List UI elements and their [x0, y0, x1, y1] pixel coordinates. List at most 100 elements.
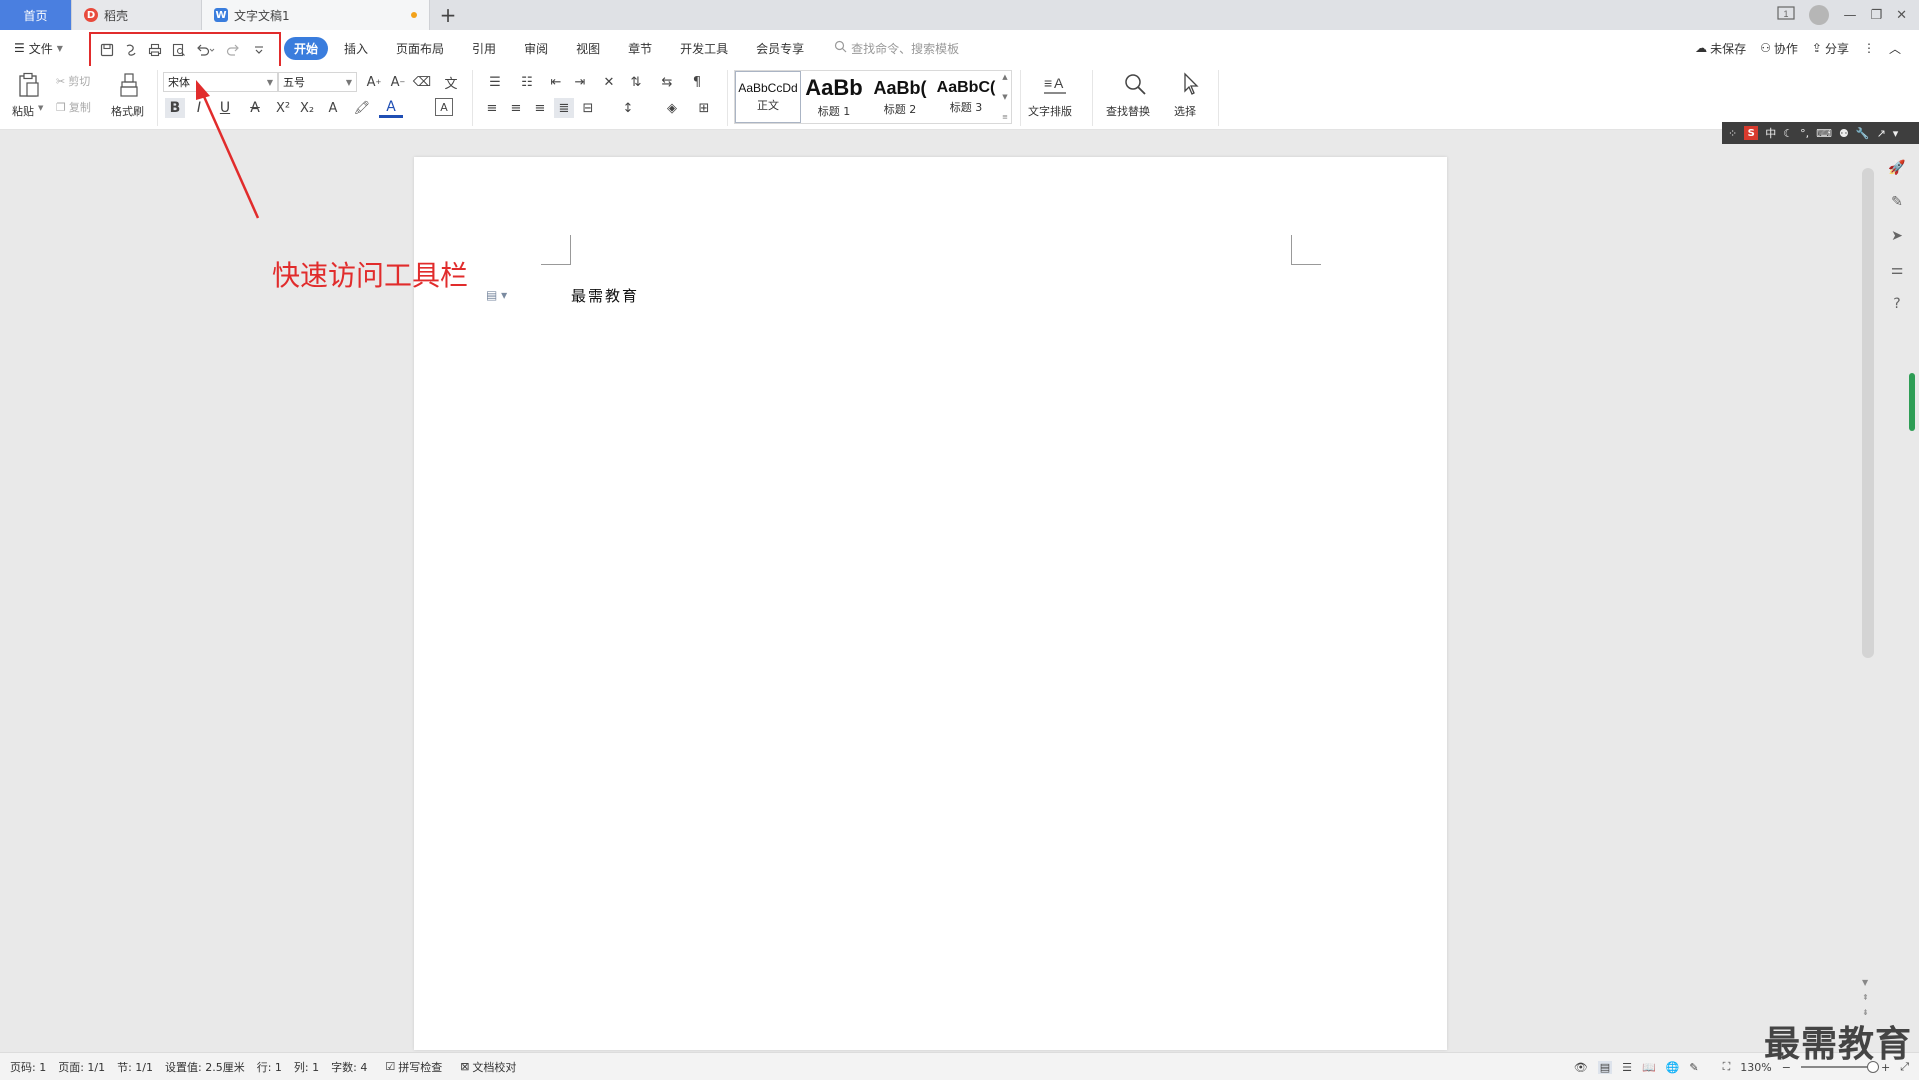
prev-page-icon[interactable]: ⇞	[1862, 993, 1869, 1002]
share-icon: ⇪	[1811, 41, 1822, 55]
keyboard-icon[interactable]: ⌨	[1816, 127, 1832, 140]
window-layout-icon[interactable]: 1	[1777, 6, 1796, 24]
annotation-label: 快速访问工具栏	[272, 259, 469, 292]
share-button[interactable]: ⇪ 分享	[1812, 40, 1849, 57]
sliders-icon[interactable]: ⚌	[1891, 262, 1904, 278]
styles-scroll[interactable]: ▲ ▼ ≡	[999, 71, 1011, 123]
close-icon[interactable]: ✕	[1896, 8, 1907, 23]
outline-view-icon[interactable]: ☰	[1622, 1061, 1632, 1074]
more-options-icon[interactable]: ⋮	[1863, 41, 1875, 55]
side-panel-handle[interactable]	[1909, 373, 1915, 431]
status-section[interactable]: 节: 1/1	[111, 1059, 159, 1075]
chevron-down-icon[interactable]: ▼	[1002, 93, 1007, 101]
document-body-text[interactable]: 最需教育	[571, 285, 639, 306]
write-mode-icon[interactable]: ✎	[1689, 1061, 1698, 1074]
text-layout-icon[interactable]: ≡ A	[1040, 70, 1070, 98]
search-icon	[834, 40, 847, 56]
status-word-count[interactable]: 字数: 4	[325, 1059, 373, 1075]
shading-icon[interactable]: ◈	[658, 98, 686, 118]
reading-view-icon[interactable]: 📖	[1642, 1061, 1656, 1074]
chevron-down-icon[interactable]: ▾	[1893, 127, 1899, 140]
expand-styles-icon[interactable]: ≡	[1002, 113, 1008, 121]
ime-logo-icon[interactable]: S	[1744, 126, 1759, 140]
status-setting[interactable]: 设置值: 2.5厘米	[159, 1059, 251, 1075]
numbered-list-icon[interactable]: ☷	[514, 72, 540, 92]
vertical-scrollbar[interactable]	[1862, 168, 1874, 658]
status-page-number[interactable]: 页码: 1	[4, 1059, 52, 1075]
unsaved-dot-icon	[411, 12, 417, 18]
tab-developer[interactable]: 开发工具	[668, 37, 740, 60]
status-pages[interactable]: 页面: 1/1	[52, 1059, 111, 1075]
select-cursor-icon[interactable]	[1176, 70, 1206, 98]
tab-review[interactable]: 审阅	[512, 37, 560, 60]
show-marks-icon[interactable]: ¶	[686, 72, 708, 92]
punctuation-icon[interactable]: °,	[1800, 127, 1809, 140]
tab-references[interactable]: 引用	[460, 37, 508, 60]
paragraph-handle-icon[interactable]: ▤ ▾	[486, 288, 507, 302]
tab-member[interactable]: 会员专享	[744, 37, 816, 60]
unsaved-button[interactable]: ☁ 未保存	[1695, 40, 1746, 57]
collapse-ribbon-icon[interactable]: ︿	[1889, 40, 1901, 57]
proof-icon: ⊠	[460, 1060, 470, 1073]
style-heading-2[interactable]: AaBb( 标题 2	[867, 71, 933, 123]
borders-icon[interactable]: ⊞	[690, 98, 718, 118]
style-heading-3[interactable]: AaBbC( 标题 3	[933, 71, 999, 123]
find-replace-icon[interactable]	[1120, 70, 1150, 98]
pen-icon[interactable]: ✎	[1891, 194, 1903, 210]
external-icon[interactable]: ↗	[1877, 127, 1886, 140]
status-row[interactable]: 行: 1	[251, 1059, 288, 1075]
decrease-indent-icon[interactable]: ⇤	[546, 72, 566, 92]
user-icon[interactable]: ⚉	[1839, 127, 1849, 140]
pointer-icon[interactable]: ➤	[1891, 228, 1903, 244]
status-bar: 页码: 1 页面: 1/1 节: 1/1 设置值: 2.5厘米 行: 1 列: …	[0, 1052, 1919, 1080]
doc-proof-button[interactable]: ⊠ 文档校对	[454, 1059, 522, 1075]
status-column[interactable]: 列: 1	[288, 1059, 325, 1075]
wrench-icon[interactable]: 🔧	[1856, 127, 1870, 140]
clear-format-icon[interactable]: ⌫	[412, 72, 432, 92]
char-border-button[interactable]: A	[435, 98, 453, 116]
tab-view[interactable]: 视图	[564, 37, 612, 60]
phonetic-guide-icon[interactable]: 文	[436, 72, 466, 92]
user-avatar[interactable]	[1809, 5, 1830, 25]
text-direction-icon[interactable]: ⇅	[626, 72, 646, 92]
top-right-actions: ☁ 未保存 ⚇ 协作 ⇪ 分享 ⋮ ︿	[1695, 30, 1901, 66]
moon-icon[interactable]: ☾	[1783, 127, 1793, 140]
command-search[interactable]: 查找命令、搜索模板	[834, 40, 959, 57]
ime-mode-toggle[interactable]: 中	[1765, 125, 1776, 141]
rocket-icon[interactable]: 🚀	[1888, 160, 1905, 176]
align-center-icon[interactable]: ≡	[506, 98, 526, 118]
ime-grid-icon[interactable]: ⁘	[1728, 127, 1737, 140]
minimize-icon[interactable]: —	[1843, 8, 1856, 23]
restore-icon[interactable]: ❐	[1870, 8, 1882, 23]
window-controls: 1 — ❐ ✕	[1777, 0, 1919, 30]
increase-indent-icon[interactable]: ⇥	[570, 72, 590, 92]
tab-chapter[interactable]: 章节	[616, 37, 664, 60]
find-replace-button[interactable]: 查找替换	[1106, 103, 1150, 119]
separator	[1092, 70, 1093, 126]
fit-page-icon[interactable]: ⛶	[1723, 1060, 1731, 1074]
spell-check-button[interactable]: ☑ 拼写检查	[379, 1059, 448, 1075]
document-page[interactable]: ▤ ▾ 最需教育	[414, 157, 1447, 1050]
scroll-down-icon[interactable]: ▼	[1862, 978, 1869, 987]
style-normal[interactable]: AaBbCcDd 正文	[735, 71, 801, 123]
chevron-up-icon[interactable]: ▲	[1002, 73, 1007, 81]
sort-icon[interactable]: ⇆	[654, 72, 680, 92]
page-view-icon[interactable]: ▤	[1597, 1060, 1613, 1074]
add-tab-button[interactable]: +	[430, 0, 466, 30]
align-right-icon[interactable]: ≡	[530, 98, 550, 118]
style-heading-1[interactable]: AaBb 标题 1	[801, 71, 867, 123]
select-button[interactable]: 选择	[1174, 103, 1196, 119]
help-icon[interactable]: ?	[1893, 296, 1900, 312]
cloud-icon: ☁	[1695, 41, 1708, 55]
collaborate-button[interactable]: ⚇ 协作	[1760, 40, 1798, 57]
chinese-layout-icon[interactable]: ✕	[596, 72, 622, 92]
text-layout-button[interactable]: 文字排版	[1028, 103, 1072, 119]
bullet-list-icon[interactable]: ☰	[482, 72, 508, 92]
separator	[472, 70, 473, 126]
line-spacing-icon[interactable]: ↕	[614, 98, 642, 118]
justify-icon[interactable]: ≣	[554, 98, 574, 118]
eye-protection-icon[interactable]: 👁	[1574, 1061, 1588, 1074]
web-view-icon[interactable]: 🌐	[1666, 1061, 1680, 1074]
distribute-icon[interactable]: ⊟	[578, 98, 598, 118]
align-left-icon[interactable]: ≡	[482, 98, 502, 118]
